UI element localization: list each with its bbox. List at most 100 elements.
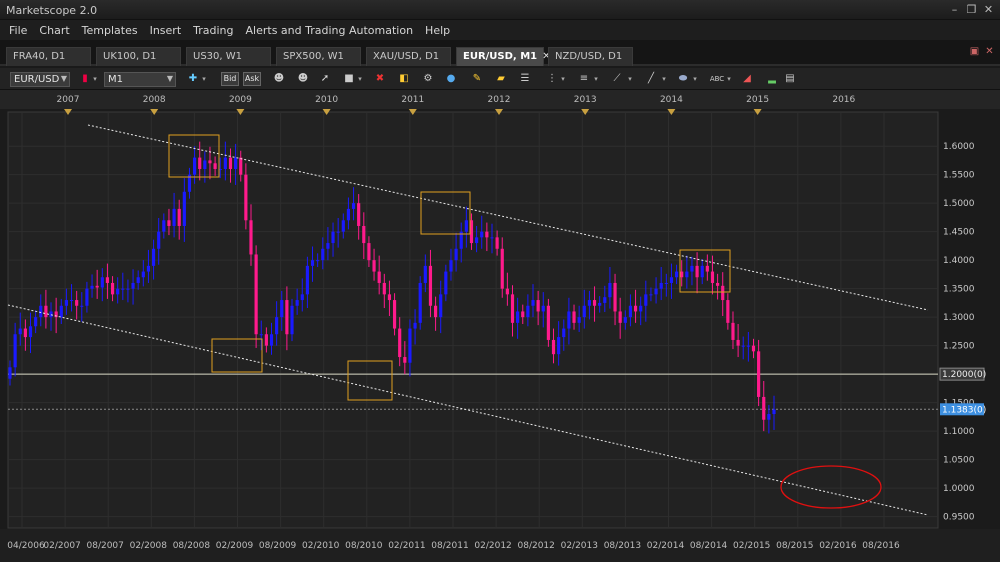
restore-button[interactable]: ❐: [964, 2, 979, 17]
chevron-down-icon[interactable]: ▾: [661, 72, 667, 86]
vline-icon[interactable]: ⋮: [545, 72, 559, 86]
fibonacci-icon[interactable]: ≡: [577, 72, 591, 86]
chart-close-button[interactable]: ✕: [983, 45, 996, 58]
chevron-down-icon[interactable]: ▾: [560, 72, 566, 86]
candle-body: [510, 294, 515, 323]
candle-body: [362, 225, 366, 244]
tab-us30[interactable]: US30, W1: [186, 47, 271, 66]
menu-help[interactable]: Help: [419, 24, 456, 37]
tab-nzdusd[interactable]: NZD/USD, D1: [548, 47, 633, 66]
candle-body: [8, 367, 12, 379]
candle-body: [392, 300, 397, 329]
candle-body: [141, 271, 145, 278]
candle-body: [326, 243, 330, 249]
x-tick-label: 08/2008: [173, 541, 211, 551]
candle-body: [162, 220, 166, 232]
crosshair-icon[interactable]: ✚: [186, 72, 200, 86]
year-label: 2009: [229, 95, 252, 105]
candle-body: [444, 271, 448, 295]
brush-icon[interactable]: ▰: [494, 72, 508, 86]
timeframe-select[interactable]: M1 ▼: [104, 72, 176, 87]
chevron-down-icon[interactable]: ▾: [593, 72, 599, 86]
x-tick-label: 02/2010: [302, 541, 340, 551]
chart-area[interactable]: 2007 2008 2009 2010 2011 2012 2013 2014 2015 2016…: [0, 90, 1000, 562]
chart-restore-button[interactable]: ▣: [968, 45, 981, 58]
candle-body: [628, 305, 633, 318]
menu-trading[interactable]: Trading: [187, 24, 239, 37]
candle-body: [39, 305, 43, 318]
person-icon[interactable]: ☻: [272, 72, 286, 86]
tab-fra40[interactable]: FRA40, D1: [6, 47, 91, 66]
chevron-down-icon[interactable]: ▾: [627, 72, 633, 86]
candle-body: [182, 191, 186, 226]
line-icon[interactable]: ╱: [644, 72, 658, 86]
candle-body: [280, 300, 284, 318]
menu-file[interactable]: File: [3, 24, 33, 37]
candle-body: [551, 339, 556, 355]
trendline-icon[interactable]: ⟋: [610, 72, 624, 86]
menu-alerts[interactable]: Alerts and Trading Automation: [240, 24, 420, 37]
bid-button[interactable]: Bid: [221, 72, 239, 86]
symbol-select[interactable]: EUR/USD ▼: [10, 72, 70, 87]
candle-type-icon[interactable]: ▮: [78, 72, 92, 86]
chevron-down-icon[interactable]: ▾: [726, 72, 732, 86]
settings-icon[interactable]: ⚙: [421, 72, 435, 86]
candle-body: [659, 282, 663, 289]
candle-body: [316, 260, 320, 262]
chevron-down-icon[interactable]: ▾: [201, 72, 207, 86]
candle-body: [275, 317, 279, 335]
cursor-icon[interactable]: ➚: [318, 72, 332, 86]
chart-icon[interactable]: ◧: [397, 72, 411, 86]
tab-label: NZD/USD, D1: [555, 51, 623, 62]
price-chart[interactable]: 2007 2008 2009 2010 2011 2012 2013 2014 2015 2016…: [0, 90, 1000, 562]
candle-body: [572, 311, 576, 323]
tab-uk100[interactable]: UK100, D1: [96, 47, 181, 66]
x-tick-label: 02/2016: [819, 541, 857, 551]
candle-body: [495, 237, 499, 249]
candle-body: [305, 265, 309, 295]
abc-text-icon[interactable]: ABC: [710, 72, 724, 86]
menu-chart[interactable]: Chart: [33, 24, 75, 37]
tabbar-controls: ▣ ✕: [968, 45, 996, 58]
chevron-down-icon[interactable]: ▾: [92, 72, 98, 86]
x-tick-label: 02/2015: [733, 541, 770, 551]
candle-body: [577, 317, 581, 323]
ask-button[interactable]: Ask: [243, 72, 261, 86]
candle-body: [710, 271, 715, 283]
ellipse-icon[interactable]: ⬬: [676, 72, 690, 86]
trade-icon[interactable]: ✖: [373, 72, 387, 86]
candle-body: [705, 265, 709, 272]
hlines-icon[interactable]: ☰: [518, 72, 532, 86]
candle-body: [357, 203, 361, 226]
properties-icon[interactable]: ▤: [783, 72, 797, 86]
candle-body: [254, 254, 258, 335]
candle-body: [367, 243, 371, 261]
chevron-down-icon[interactable]: ▾: [692, 72, 698, 86]
candle-body: [336, 231, 340, 233]
candle-body: [80, 305, 84, 307]
y-tick-label: 0.9500: [943, 513, 975, 523]
globe-icon[interactable]: ●: [444, 72, 458, 86]
y-tick-label: 1.6000: [943, 142, 975, 152]
tab-spx500[interactable]: SPX500, W1: [276, 47, 361, 66]
pencil-icon[interactable]: ✎: [470, 72, 484, 86]
tab-eurusd[interactable]: EUR/USD, M1 ✕: [456, 47, 551, 66]
tab-xauusd[interactable]: XAU/USD, D1: [366, 47, 451, 66]
y-tick-label: 1.3500: [943, 285, 975, 295]
close-button[interactable]: ✕: [981, 2, 996, 17]
chevron-down-icon: ▼: [166, 74, 173, 83]
menu-insert[interactable]: Insert: [144, 24, 188, 37]
year-label: 2015: [746, 95, 769, 105]
eraser-icon[interactable]: ◢: [740, 72, 754, 86]
candle-body: [536, 300, 540, 312]
volume-icon[interactable]: ▂: [765, 72, 779, 86]
candle-body: [721, 285, 725, 301]
y-tick-label: 1.5500: [943, 171, 975, 181]
chevron-down-icon[interactable]: ▾: [357, 72, 363, 86]
candle-body: [331, 231, 335, 244]
square-icon[interactable]: ■: [342, 72, 356, 86]
minimize-button[interactable]: –: [947, 2, 962, 17]
person-icon[interactable]: ☻: [296, 72, 310, 86]
menu-templates[interactable]: Templates: [76, 24, 144, 37]
candle-body: [116, 288, 120, 295]
